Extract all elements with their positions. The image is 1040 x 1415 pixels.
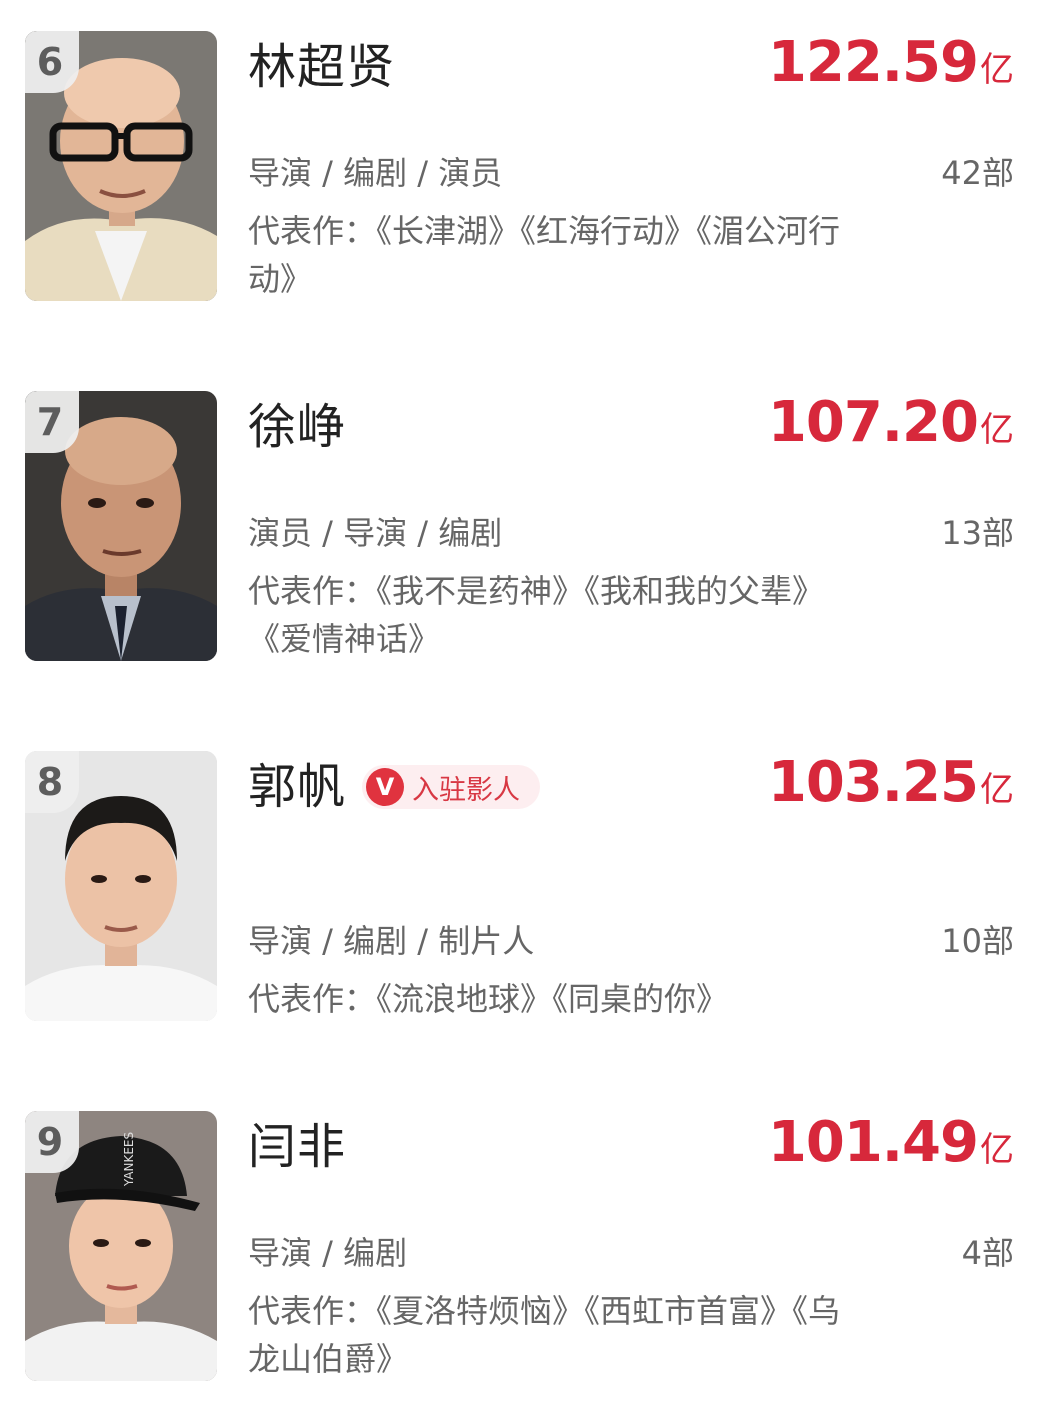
roles: 导演 / 编剧 / 制片人: [248, 922, 535, 960]
person-name[interactable]: 林超贤: [248, 35, 395, 99]
box-office: 122.59亿: [768, 31, 1014, 108]
roles: 导演 / 编剧 / 演员: [248, 154, 503, 192]
representative-works: 代表作：《我不是药神》《我和我的父辈》《爱情神话》: [248, 567, 868, 663]
ranking-item[interactable]: YANKEES 9 闫非 101.49亿 导演 / 编剧 4部 代表作：《夏洛特…: [0, 1111, 1040, 1391]
roles: 演员 / 导演 / 编剧: [248, 514, 503, 552]
ranking-item[interactable]: 7 徐峥 107.20亿 演员 / 导演 / 编剧 13部 代表作：《我不是药神…: [0, 391, 1040, 671]
representative-works: 代表作：《长津湖》《红海行动》《湄公河行动》: [248, 207, 868, 303]
box-office: 101.49亿: [768, 1111, 1014, 1188]
representative-works: 代表作：《夏洛特烦恼》《西虹市首富》《乌龙山伯爵》: [248, 1287, 868, 1383]
box-office-value: 103.25: [767, 750, 979, 815]
person-name[interactable]: 闫非: [248, 1115, 346, 1179]
verified-badge[interactable]: V 入驻影人: [362, 765, 540, 809]
rank-badge: 6: [25, 31, 79, 93]
box-office-unit: 亿: [980, 1130, 1014, 1170]
film-count: 10部: [941, 922, 1014, 960]
box-office-unit: 亿: [980, 50, 1014, 90]
rank-badge: 8: [25, 751, 79, 813]
works-prefix: 代表作：: [248, 1292, 377, 1330]
film-count: 13部: [941, 514, 1014, 552]
works-prefix: 代表作：: [248, 212, 377, 250]
film-count: 42部: [941, 154, 1014, 192]
works-list: 《流浪地球》《同桌的你》: [376, 980, 729, 1018]
avatar: 8: [25, 751, 217, 1021]
rank-badge: 9: [25, 1111, 79, 1173]
avatar: 6: [25, 31, 217, 301]
film-count: 4部: [961, 1234, 1014, 1272]
verified-icon: V: [366, 768, 404, 806]
ranking-item[interactable]: 8 郭帆 V 入驻影人 103.25亿 导演 / 编剧 / 制片人 10部 代表…: [0, 751, 1040, 1031]
box-office-unit: 亿: [980, 770, 1014, 810]
works-prefix: 代表作：: [248, 572, 377, 610]
box-office-value: 122.59: [767, 30, 979, 95]
ranking-item[interactable]: 6 林超贤 122.59亿 导演 / 编剧 / 演员 42部 代表作：《长津湖》…: [0, 31, 1040, 311]
person-name[interactable]: 郭帆: [248, 755, 346, 819]
avatar: YANKEES 9: [25, 1111, 217, 1381]
works-prefix: 代表作：: [248, 980, 377, 1018]
box-office-unit: 亿: [980, 410, 1014, 450]
box-office-value: 101.49: [767, 1110, 979, 1175]
box-office-value: 107.20: [767, 390, 979, 455]
box-office: 107.20亿: [768, 391, 1014, 468]
roles: 导演 / 编剧: [248, 1234, 408, 1272]
rank-badge: 7: [25, 391, 79, 453]
avatar: 7: [25, 391, 217, 661]
person-name[interactable]: 徐峥: [248, 395, 346, 459]
cap-logo: YANKEES: [122, 1132, 136, 1187]
box-office: 103.25亿: [768, 751, 1014, 828]
verified-badge-label: 入驻影人: [412, 774, 520, 806]
representative-works: 代表作：《流浪地球》《同桌的你》: [248, 975, 868, 1023]
